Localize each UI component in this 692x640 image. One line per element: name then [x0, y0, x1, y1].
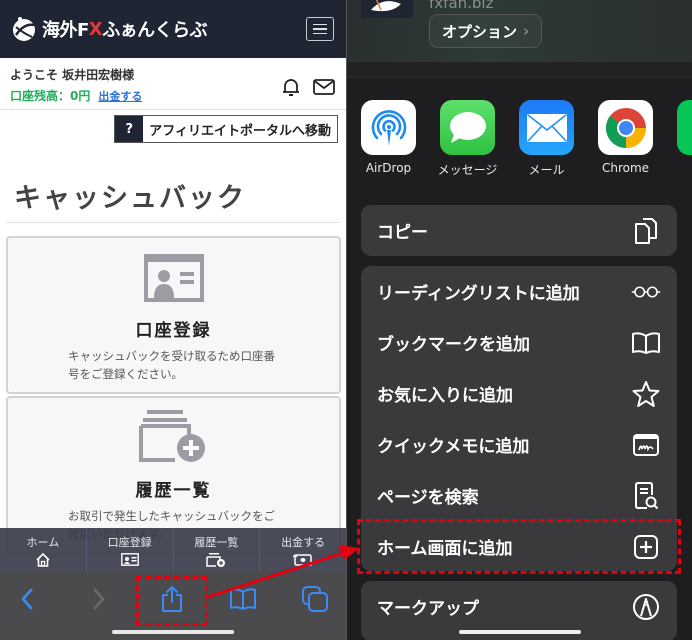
site-bottom-nav: ホーム 口座登録 履歴一覧 出金する [0, 528, 346, 572]
site-url: fxfan.biz [429, 0, 494, 12]
action-label: ブックマークを追加 [377, 335, 530, 355]
nav-item-account-registration[interactable]: 口座登録 [87, 528, 174, 572]
website-screen: 海外F X ふぁんくらぶ ようこそ 坂井田宏樹様 口座残高：0円 出金する ? アフィ… [0, 0, 346, 640]
app-line[interactable] [677, 100, 692, 178]
logo-mark-icon [13, 17, 35, 41]
app-mail[interactable]: メール [519, 100, 574, 178]
logo-text-prefix: 海外F [42, 20, 89, 41]
nav-item-home[interactable]: ホーム [0, 528, 87, 572]
back-icon [21, 588, 33, 610]
line-icon [677, 100, 692, 155]
chrome-icon [598, 100, 653, 155]
action-label: コピー [377, 223, 428, 243]
action-markup[interactable]: マークアップ [361, 581, 677, 632]
history-add-icon [138, 410, 205, 462]
action-find-on-page[interactable]: ページを検索 [361, 470, 677, 521]
app-chrome[interactable]: Chrome [598, 100, 653, 178]
id-card-icon [120, 553, 139, 566]
app-label: AirDrop [365, 161, 412, 175]
action-label: ページを検索 [377, 488, 479, 508]
mail-icon[interactable] [312, 76, 336, 98]
nav-item-history[interactable]: 履歴一覧 [174, 528, 261, 572]
help-icon: ? [115, 116, 144, 142]
action-label: マークアップ [377, 599, 479, 619]
logo-text-x: X [88, 18, 103, 40]
site-thumbnail [361, 0, 413, 18]
tabs-icon [302, 586, 328, 612]
site-logo[interactable]: 海外F X ふぁんくらぶ [10, 15, 208, 43]
glasses-icon [631, 285, 661, 298]
user-bar: ようこそ 坂井田宏樹様 口座残高：0円 出金する [0, 58, 346, 110]
card-title: 履歴一覧 [135, 481, 212, 501]
card-description: キャッシュバックを受け取るため口座番号をご登録ください。 [68, 349, 275, 382]
withdraw-link[interactable]: 出金する [98, 90, 142, 103]
home-icon [36, 552, 50, 567]
card-title: 口座登録 [135, 321, 212, 341]
app-airdrop[interactable]: AirDrop [361, 100, 416, 178]
contacts-row [347, 62, 692, 78]
bookmarks-icon [230, 588, 256, 610]
action-quick-note[interactable]: クイックメモに追加 [361, 419, 677, 470]
airdrop-icon [361, 100, 416, 155]
action-reading-list[interactable]: リーディングリストに追加 [361, 266, 677, 317]
site-header: 海外F X ふぁんくらぶ [0, 0, 346, 58]
find-in-page-icon [635, 481, 659, 509]
affiliate-portal-button[interactable]: ? アフィリエイトポータルへ移動 [114, 115, 338, 143]
share-sheet: fxfan.biz オプション › AirDrop メッセージ メール Chro… [346, 0, 692, 640]
action-copy[interactable]: コピー [361, 205, 677, 256]
id-card-icon [143, 254, 204, 302]
forward-button[interactable] [84, 584, 114, 614]
copy-icon [635, 217, 657, 244]
action-label: リーディングリストに追加 [377, 284, 580, 304]
chevron-right-icon: › [523, 22, 530, 40]
account-registration-card[interactable]: 口座登録 キャッシュバックを受け取るため口座番号をご登録ください。 [6, 236, 341, 394]
mail-icon [519, 100, 574, 155]
nav-label: 口座登録 [107, 536, 152, 549]
app-label: Chrome [601, 161, 650, 175]
app-label: メール [528, 163, 565, 177]
hamburger-menu-button[interactable] [306, 17, 334, 41]
home-indicator [459, 630, 581, 634]
action-add-bookmark[interactable]: ブックマークを追加 [361, 317, 677, 368]
bell-icon[interactable] [280, 76, 302, 98]
divider [6, 222, 340, 223]
history-add-icon [206, 552, 226, 567]
share-button-highlight [136, 576, 208, 626]
forward-icon [93, 588, 105, 610]
book-icon [632, 331, 660, 354]
options-label: オプション [442, 22, 518, 41]
share-sheet-header: fxfan.biz オプション › [347, 0, 692, 68]
tabs-button[interactable] [300, 584, 330, 614]
markup-icon [633, 593, 659, 620]
nav-label: ホーム [26, 535, 60, 549]
nav-item-withdraw[interactable]: 出金する [260, 528, 346, 572]
quick-note-icon [633, 433, 659, 456]
action-label: お気に入りに追加 [377, 386, 513, 406]
affiliate-portal-label: アフィリエイトポータルへ移動 [143, 116, 337, 142]
star-icon [632, 380, 660, 407]
logo-text-suffix: ふぁんくらぶ [102, 20, 208, 41]
messages-icon [440, 100, 495, 155]
copy-group: コピー [361, 205, 677, 256]
page-title: キャッシュバック [14, 183, 246, 214]
withdraw-icon [293, 553, 314, 566]
add-to-home-highlight [357, 519, 681, 574]
app-label: メッセージ [437, 163, 498, 177]
logo-mark-icon [371, 0, 401, 12]
action-label: クイックメモに追加 [377, 437, 530, 457]
balance-text: 口座残高：0円 [10, 89, 91, 103]
action-add-favorite[interactable]: お気に入りに追加 [361, 368, 677, 419]
back-button[interactable] [12, 584, 42, 614]
nav-label: 履歴一覧 [194, 535, 239, 549]
bookmarks-button[interactable] [228, 584, 258, 614]
options-button[interactable]: オプション › [429, 14, 543, 48]
app-messages[interactable]: メッセージ [437, 100, 498, 178]
nav-label: 出金する [281, 535, 326, 549]
share-apps-row: AirDrop メッセージ メール Chrome [361, 100, 692, 178]
home-indicator [112, 630, 234, 634]
